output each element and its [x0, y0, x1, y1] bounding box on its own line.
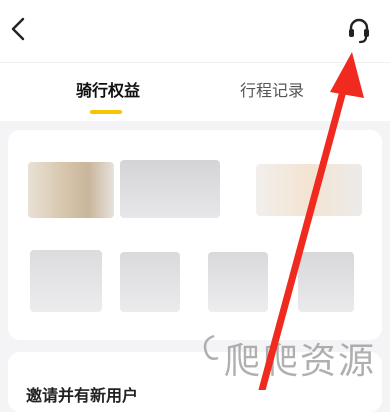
top-bar: [0, 0, 390, 62]
blurred-banner-1: [28, 162, 114, 218]
blurred-tile-2: [120, 252, 180, 312]
customer-service-button[interactable]: [346, 16, 372, 46]
blurred-tile-4: [298, 252, 354, 312]
tab-trip-records[interactable]: 行程记录: [217, 63, 327, 121]
tab-bar: 骑行权益 行程记录: [0, 62, 390, 121]
customer-service-headset-icon: [349, 18, 369, 44]
blurred-banner-2: [120, 160, 220, 218]
blurred-tile-1: [30, 250, 102, 312]
blurred-tile-3: [208, 252, 268, 312]
watermark-text: 爬爬资源: [224, 341, 377, 382]
benefits-card: [8, 130, 382, 340]
blurred-banner-3: [256, 164, 362, 216]
back-button[interactable]: [6, 14, 32, 44]
invite-section-title: 邀请并有新用户: [26, 386, 139, 405]
active-tab-indicator: [90, 110, 122, 114]
chevron-left-icon: [11, 17, 25, 41]
watermark: 爬爬资源: [196, 318, 386, 388]
watermark-swirl-icon: [203, 334, 219, 360]
